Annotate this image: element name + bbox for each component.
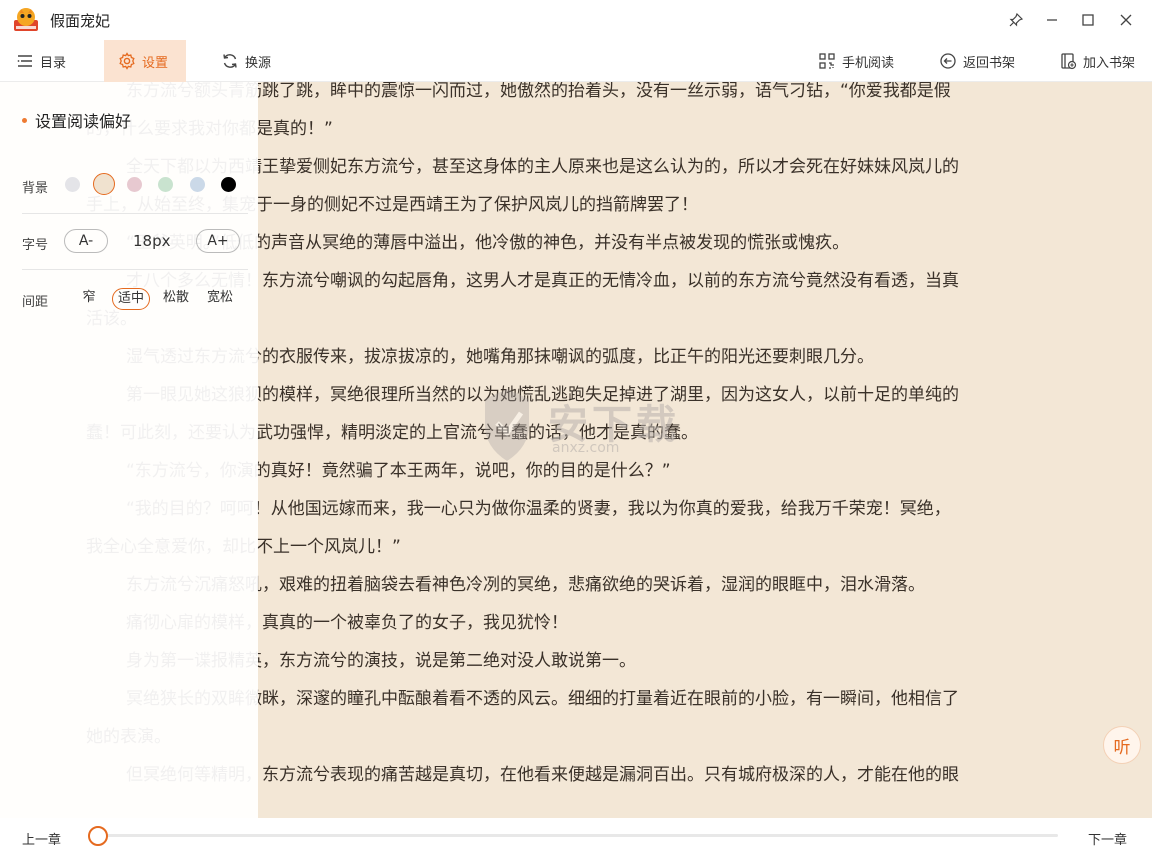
- text-line: 冥绝狭长的双眸微眯，深邃的瞳孔中酝酿着看不透的风云。细细的打量着近在眼前的小脸，…: [126, 689, 959, 709]
- background-label: 背景: [22, 181, 49, 196]
- settings-panel-title: 设置阅读偏好: [22, 108, 131, 132]
- background-swatch-gray[interactable]: [65, 177, 80, 192]
- gear-icon: [119, 52, 135, 70]
- text-line: “王爷英明。”低低的声音从冥绝的薄唇中溢出，他冷傲的神色，并没有半点被发现的慌张…: [126, 233, 850, 253]
- text-line: 东方流兮沉痛怒吼，艰难的扭着脑袋去看神色冷冽的冥绝，悲痛欲绝的哭诉着，湿润的眼眶…: [126, 575, 925, 595]
- spacing-label: 间距: [22, 295, 49, 310]
- background-swatch-beige[interactable]: [93, 173, 115, 195]
- refresh-icon: [223, 54, 237, 68]
- spacing-option-loose[interactable]: 松散: [161, 288, 191, 310]
- mobile-read-label: 手机阅读: [842, 55, 895, 71]
- change-source-button[interactable]: 换源: [221, 40, 291, 82]
- window-title: 假面宠妃: [50, 11, 111, 30]
- spacing-option-wide[interactable]: 宽松: [205, 288, 235, 310]
- settings-button[interactable]: 设置: [104, 40, 186, 82]
- catalog-button[interactable]: 目录: [16, 40, 96, 82]
- font-increase-button[interactable]: A+: [196, 229, 240, 253]
- divider: [22, 213, 248, 214]
- mobile-read-button[interactable]: 手机阅读: [818, 40, 908, 82]
- text-line: 但冥绝何等精明，东方流兮表现的痛苦越是真切，在他看来便越是漏洞百出。只有城府极深…: [126, 765, 959, 785]
- book-mascot-icon: [12, 6, 40, 34]
- progress-slider-thumb[interactable]: [88, 826, 108, 846]
- list-icon: [17, 55, 32, 67]
- spacing-option-narrow[interactable]: 窄: [80, 288, 98, 310]
- back-arrow-icon: [940, 53, 956, 69]
- bullet-dot-icon: [22, 117, 27, 123]
- text-line: 东方流兮额头青筋跳了跳，眸中的震惊一闪而过，她傲然的抬着头，没有一丝示弱，语气刁…: [126, 82, 951, 101]
- bottom-bar: 上一章 下一章: [0, 818, 1152, 864]
- maximize-icon[interactable]: [1072, 4, 1104, 36]
- toolbar: 目录 设置 换源 手机阅读 返回书架 加入书架: [0, 40, 1152, 82]
- background-swatch-green[interactable]: [158, 177, 173, 192]
- pin-icon[interactable]: [1000, 4, 1032, 36]
- font-decrease-button[interactable]: A-: [64, 229, 108, 253]
- next-chapter-button[interactable]: 下一章: [1088, 829, 1127, 848]
- background-swatch-blue[interactable]: [190, 177, 205, 192]
- watermark-url: anxz.com: [552, 440, 620, 456]
- add-to-shelf-button[interactable]: 加入书架: [1059, 40, 1149, 82]
- settings-panel: 设置阅读偏好 背景 字号 A- 18px A+ 间距 窄 适中 松散 宽松: [0, 82, 258, 818]
- catalog-label: 目录: [40, 55, 67, 71]
- text-line: 痛彻心扉的模样，真真的一个被辜负了的女子，我见犹怜！: [126, 613, 568, 633]
- divider: [22, 269, 248, 270]
- background-swatch-black[interactable]: [221, 177, 236, 192]
- prev-chapter-button[interactable]: 上一章: [22, 829, 61, 848]
- spacing-option-medium[interactable]: 适中: [112, 288, 150, 310]
- back-to-shelf-label: 返回书架: [963, 55, 1016, 71]
- text-line: 才八个多么无情！东方流兮嘲讽的勾起唇角，这男人才是真正的无情冷血，以前的东方流兮…: [126, 271, 959, 291]
- change-source-label: 换源: [245, 55, 272, 71]
- back-to-shelf-button[interactable]: 返回书架: [939, 40, 1029, 82]
- font-size-label: 字号: [22, 238, 49, 253]
- text-line: “我的目的？呵呵！从他国远嫁而来，我一心只为做你温柔的贤妻，我以为你真的爱我，给…: [126, 499, 951, 519]
- text-line: 全天下都以为西靖王挚爱侧妃东方流兮，甚至这身体的主人原来也是这么认为的，所以才会…: [126, 157, 959, 177]
- listen-button[interactable]: 听: [1103, 726, 1141, 764]
- progress-slider-track[interactable]: [98, 834, 1058, 837]
- title-bar: 假面宠妃: [0, 0, 1152, 40]
- add-book-icon: [1061, 53, 1077, 70]
- text-line: 湿气透过东方流兮的衣服传来，拔凉拔凉的，她嘴角那抹嘲讽的弧度，比正午的阳光还要刺…: [126, 347, 874, 367]
- settings-label: 设置: [142, 55, 169, 71]
- font-size-value: 18px: [133, 232, 171, 250]
- add-to-shelf-label: 加入书架: [1083, 55, 1136, 71]
- close-icon[interactable]: [1110, 4, 1142, 36]
- background-swatch-pink[interactable]: [127, 177, 142, 192]
- minimize-icon[interactable]: [1036, 4, 1068, 36]
- qr-code-icon: [819, 53, 835, 69]
- text-line: 身为第一谍报精英，东方流兮的演技，说是第二绝对没人敢说第一。: [126, 651, 636, 671]
